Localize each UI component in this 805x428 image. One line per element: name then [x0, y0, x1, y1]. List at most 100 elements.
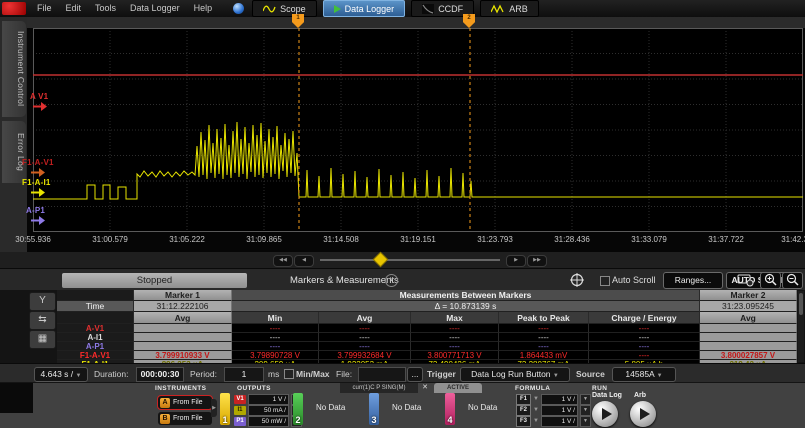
cell: ---- — [232, 342, 319, 351]
cell — [134, 333, 232, 342]
f1-scale-dropdown[interactable]: ▼ — [580, 394, 591, 405]
marker-tool-button[interactable]: Y — [29, 292, 56, 311]
source-dropdown[interactable]: 14585A ▼ — [612, 367, 676, 382]
play-icon — [640, 408, 650, 420]
ranges-button[interactable]: Ranges... — [663, 272, 723, 289]
f3-scale-field[interactable]: 1 V / — [541, 416, 578, 427]
f3-scale-dropdown[interactable]: ▼ — [580, 416, 591, 427]
tab-arb[interactable]: ARB — [480, 0, 539, 17]
trace-ref-arrow-f1-a-v1[interactable] — [31, 168, 45, 177]
table-scrollbar[interactable] — [798, 291, 804, 362]
f1-scale-field[interactable]: 1 V / — [541, 394, 578, 405]
cell: ---- — [589, 333, 700, 342]
channel-3-number: 3 — [369, 415, 379, 425]
scroll-prev-button[interactable]: ◀ — [294, 255, 314, 267]
f2-scale-dropdown[interactable]: ▼ — [580, 405, 591, 416]
waveform-plot[interactable] — [33, 28, 803, 232]
arb-run-button[interactable] — [630, 401, 656, 427]
minmax-checkbox[interactable] — [284, 369, 294, 379]
datalogger-app: File Edit Tools Data Logger Help Scope D… — [0, 0, 805, 428]
scroll-track[interactable] — [320, 259, 500, 261]
instrument-a-button[interactable]: A From File — [158, 396, 212, 409]
instrument-b-button[interactable]: B From File — [158, 412, 212, 425]
f1-badge[interactable]: F1 — [516, 394, 531, 405]
time-per-div-dropdown[interactable]: 4.643 s / ▼ — [34, 367, 88, 382]
x-tick: 31:14.508 — [323, 235, 359, 244]
menu-help[interactable]: Help — [187, 0, 220, 17]
duration-field[interactable]: 000:00:30 — [136, 367, 184, 382]
cell: ---- — [589, 351, 700, 360]
cursor-tool-button[interactable]: ⇆ — [29, 311, 56, 330]
tab-close-icon[interactable]: ✕ — [420, 383, 430, 393]
tab-scope[interactable]: Scope — [252, 0, 317, 17]
grid-view-button[interactable]: ▦ — [29, 330, 56, 349]
cell: 3.800027857 V — [700, 351, 797, 360]
cell: ---- — [499, 342, 589, 351]
data-log-run-button[interactable] — [592, 401, 618, 427]
marker2-time: 31:23.095245 — [700, 301, 797, 312]
menu-data-logger[interactable]: Data Logger — [123, 0, 187, 17]
cell: ---- — [499, 333, 589, 342]
cell: ---- — [411, 324, 499, 333]
scroll-first-button[interactable]: ◀◀ — [273, 255, 293, 267]
menu-file[interactable]: File — [30, 0, 59, 17]
scroll-handle[interactable] — [373, 252, 389, 268]
x-tick: 31:09.865 — [246, 235, 282, 244]
scroll-last-button[interactable]: ▶▶ — [527, 255, 547, 267]
i1-badge[interactable]: I1 — [234, 406, 246, 415]
sine-icon — [263, 4, 276, 14]
run-status-button[interactable]: Stopped — [62, 273, 247, 288]
collapse-chevron-icon[interactable]: ∨ — [385, 274, 398, 287]
active-tab[interactable]: ACTIVE — [434, 383, 482, 393]
chart-area: 30:55.936 31:00.579 31:05.222 31:09.865 … — [27, 17, 805, 252]
tab-ccdf-label: CCDF — [438, 4, 463, 14]
auto-scroll-label: Auto Scroll — [612, 275, 656, 285]
run-header: RUN — [592, 385, 607, 392]
trigger-dropdown[interactable]: Data Log Run Button ▼ — [460, 367, 570, 382]
tab-data-logger[interactable]: Data Logger — [323, 0, 406, 17]
document-tab[interactable]: curr(1)C P SING(M) — [340, 383, 418, 393]
menu-edit[interactable]: Edit — [59, 0, 89, 17]
row-label-a-p1: A-P1 — [57, 342, 134, 351]
f2-badge[interactable]: F2 — [516, 405, 531, 416]
auto-scroll-checkbox[interactable] — [600, 276, 610, 286]
cell: ---- — [411, 342, 499, 351]
channel-4-status: No Data — [468, 403, 497, 412]
col-peak-to-peak: Peak to Peak — [499, 312, 589, 324]
info-icon[interactable] — [233, 3, 244, 14]
period-field[interactable]: 1 — [224, 367, 264, 382]
f2-scale-field[interactable]: 1 V / — [541, 405, 578, 416]
cell: ---- — [319, 342, 411, 351]
sidebar-tab-error-log[interactable]: Error Log — [2, 121, 26, 183]
play-icon — [602, 408, 612, 420]
trace-ref-arrow-a-p1[interactable] — [31, 216, 45, 225]
scroll-next-button[interactable]: ▶ — [506, 255, 526, 267]
trace-ref-arrow-f1-a-i1[interactable] — [31, 188, 45, 197]
instrument-a-badge: A — [160, 398, 170, 408]
x-tick: 31:37.722 — [708, 235, 744, 244]
log-settings-row: 4.643 s / ▼ Duration: 000:00:30 Period: … — [0, 363, 805, 383]
measurements-table-zone: Y ⇆ ▦ Marker 1 Measurements Between Mark… — [0, 290, 805, 363]
i1-scale-field[interactable]: 50 mA / — [248, 405, 289, 416]
f3-badge[interactable]: F3 — [516, 416, 531, 427]
marker1-time: 31:12.222106 — [134, 301, 232, 312]
cell — [700, 324, 797, 333]
p1-scale-field[interactable]: 50 mW / — [248, 416, 289, 427]
sidebar-tab-instrument-control[interactable]: Instrument Control — [2, 21, 26, 117]
x-tick: 31:23.793 — [477, 235, 513, 244]
v1-scale-field[interactable]: 1 V / — [248, 394, 289, 405]
p1-badge[interactable]: P1 — [234, 417, 246, 426]
zoom-out-button[interactable] — [782, 272, 803, 289]
zoom-in-button[interactable] — [760, 272, 781, 289]
trace-ref-arrow-a-v1[interactable] — [33, 102, 47, 111]
v1-badge[interactable]: V1 — [234, 395, 246, 404]
cell: ---- — [589, 324, 700, 333]
file-field[interactable] — [358, 367, 406, 382]
markers-measurements-title: Markers & Measurements — [290, 275, 399, 286]
instruments-expander[interactable]: ▶ — [211, 399, 217, 417]
cell: ---- — [319, 333, 411, 342]
arb-waveform-icon — [491, 4, 505, 14]
menu-tools[interactable]: Tools — [88, 0, 123, 17]
keysight-logo — [2, 2, 26, 15]
browse-button[interactable]: ... — [407, 367, 423, 382]
